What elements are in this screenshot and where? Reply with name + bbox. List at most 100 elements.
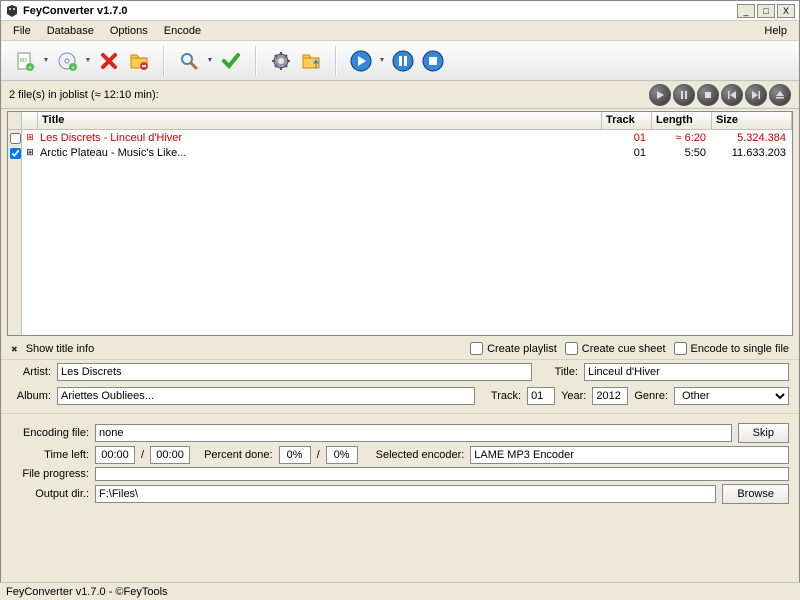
add-cd-icon[interactable]: +	[53, 47, 81, 75]
preview-prev-icon[interactable]	[721, 84, 743, 106]
row-title: Arctic Plateau - Music's Like...	[38, 147, 602, 159]
app-icon	[5, 4, 19, 18]
skip-button[interactable]: Skip	[738, 423, 789, 443]
preview-controls	[649, 84, 791, 106]
time-total-field	[150, 446, 190, 464]
check-icon[interactable]	[217, 47, 245, 75]
preview-eject-icon[interactable]	[769, 84, 791, 106]
row-track: 01	[602, 132, 652, 144]
preview-pause-icon[interactable]	[673, 84, 695, 106]
artist-label: Artist:	[11, 366, 51, 378]
joblist-info: 2 file(s) in joblist (≈ 12:10 min):	[9, 89, 649, 101]
status-text: FeyConverter v1.7.0 - ©FeyTools	[6, 586, 168, 598]
row-check-column	[8, 112, 22, 335]
year-field[interactable]	[592, 387, 628, 405]
row-track: 01	[602, 147, 652, 159]
encode-single-option[interactable]: Encode to single file	[674, 342, 789, 355]
genre-select[interactable]: Other	[674, 387, 789, 405]
search-dropdown[interactable]: ▼	[205, 47, 215, 75]
track-field[interactable]	[527, 387, 555, 405]
play-encode-icon[interactable]	[347, 47, 375, 75]
create-playlist-option[interactable]: Create playlist	[470, 342, 557, 355]
time-left-label: Time left:	[11, 449, 89, 461]
row-check-0[interactable]	[10, 133, 21, 144]
svg-text:+: +	[71, 65, 75, 72]
encoding-file-field	[95, 424, 732, 442]
menu-help[interactable]: Help	[756, 23, 795, 39]
col-size[interactable]: Size	[712, 112, 792, 129]
row-size: 5.324.384	[712, 132, 792, 144]
title-field[interactable]	[584, 363, 789, 381]
table-header: Title Track Length Size	[22, 112, 792, 130]
create-cue-option[interactable]: Create cue sheet	[565, 342, 666, 355]
encoder-field	[470, 446, 789, 464]
collapse-icon[interactable]	[11, 343, 18, 355]
preview-play-icon[interactable]	[649, 84, 671, 106]
settings-icon[interactable]	[267, 47, 295, 75]
menu-encode[interactable]: Encode	[156, 23, 209, 39]
col-track[interactable]: Track	[602, 112, 652, 129]
joblist-table: Title Track Length Size ⊞ Les Discrets -…	[7, 111, 793, 336]
row-size: 11.633.203	[712, 147, 792, 159]
track-label: Track:	[481, 390, 521, 402]
remove-folder-icon[interactable]	[125, 47, 153, 75]
row-expand-icon[interactable]: ⊞	[22, 147, 38, 158]
svg-text:+: +	[28, 65, 32, 72]
search-icon[interactable]	[175, 47, 203, 75]
col-icon[interactable]	[22, 112, 38, 129]
row-length: 5:50	[652, 147, 712, 159]
meta-row-1: Artist: Title:	[1, 360, 799, 384]
time-elapsed-field	[95, 446, 135, 464]
preview-next-icon[interactable]	[745, 84, 767, 106]
add-cd-dropdown[interactable]: ▼	[83, 47, 93, 75]
menu-database[interactable]: Database	[39, 23, 102, 39]
show-title-info-label: Show title info	[26, 343, 94, 355]
title-label: Title:	[538, 366, 578, 378]
table-row[interactable]: ⊞ Arctic Plateau - Music's Like... 01 5:…	[22, 145, 792, 160]
joblist-header: 2 file(s) in joblist (≈ 12:10 min):	[1, 81, 799, 109]
col-title[interactable]: Title	[38, 112, 602, 129]
progress-bar	[95, 467, 789, 481]
browse-button[interactable]: Browse	[722, 484, 789, 504]
titlebar: FeyConverter v1.7.0 _ □ X	[1, 1, 799, 21]
artist-field[interactable]	[57, 363, 532, 381]
preview-stop-icon[interactable]	[697, 84, 719, 106]
close-button[interactable]: X	[777, 4, 795, 18]
remove-icon[interactable]	[95, 47, 123, 75]
row-length: ≈ 6:20	[652, 132, 712, 144]
output-dir-field[interactable]	[95, 485, 716, 503]
album-label: Album:	[11, 390, 51, 402]
svg-text:M3: M3	[20, 58, 27, 64]
table-row[interactable]: ⊞ Les Discrets - Linceul d'Hiver 01 ≈ 6:…	[22, 130, 792, 145]
add-file-dropdown[interactable]: ▼	[41, 47, 51, 75]
menu-options[interactable]: Options	[102, 23, 156, 39]
add-file-icon[interactable]: M3+	[11, 47, 39, 75]
row-title: Les Discrets - Linceul d'Hiver	[38, 132, 602, 144]
toolbar: M3+ ▼ + ▼ ▼ ▼	[1, 41, 799, 81]
percent1-field	[279, 446, 311, 464]
stop-encode-icon[interactable]	[419, 47, 447, 75]
statusbar: FeyConverter v1.7.0 - ©FeyTools	[0, 582, 800, 600]
col-length[interactable]: Length	[652, 112, 712, 129]
encoding-section: Encoding file: Skip Time left: / Percent…	[1, 416, 799, 511]
minimize-button[interactable]: _	[737, 4, 755, 18]
meta-row-2: Album: Track: Year: Genre: Other	[1, 384, 799, 408]
window-title: FeyConverter v1.7.0	[23, 5, 735, 17]
output-folder-icon[interactable]	[297, 47, 325, 75]
play-dropdown[interactable]: ▼	[377, 47, 387, 75]
output-label: Output dir.:	[11, 488, 89, 500]
encoder-label: Selected encoder:	[376, 449, 465, 461]
encoding-file-label: Encoding file:	[11, 427, 89, 439]
menubar: File Database Options Encode Help	[1, 21, 799, 41]
menu-file[interactable]: File	[5, 23, 39, 39]
progress-label: File progress:	[11, 468, 89, 480]
row-check-1[interactable]	[10, 148, 21, 159]
album-field[interactable]	[57, 387, 475, 405]
genre-label: Genre:	[634, 390, 668, 402]
options-row: Show title info Create playlist Create c…	[1, 338, 799, 360]
percent2-field	[326, 446, 358, 464]
row-expand-icon[interactable]: ⊞	[22, 132, 38, 143]
pause-encode-icon[interactable]	[389, 47, 417, 75]
percent-label: Percent done:	[204, 449, 273, 461]
maximize-button[interactable]: □	[757, 4, 775, 18]
